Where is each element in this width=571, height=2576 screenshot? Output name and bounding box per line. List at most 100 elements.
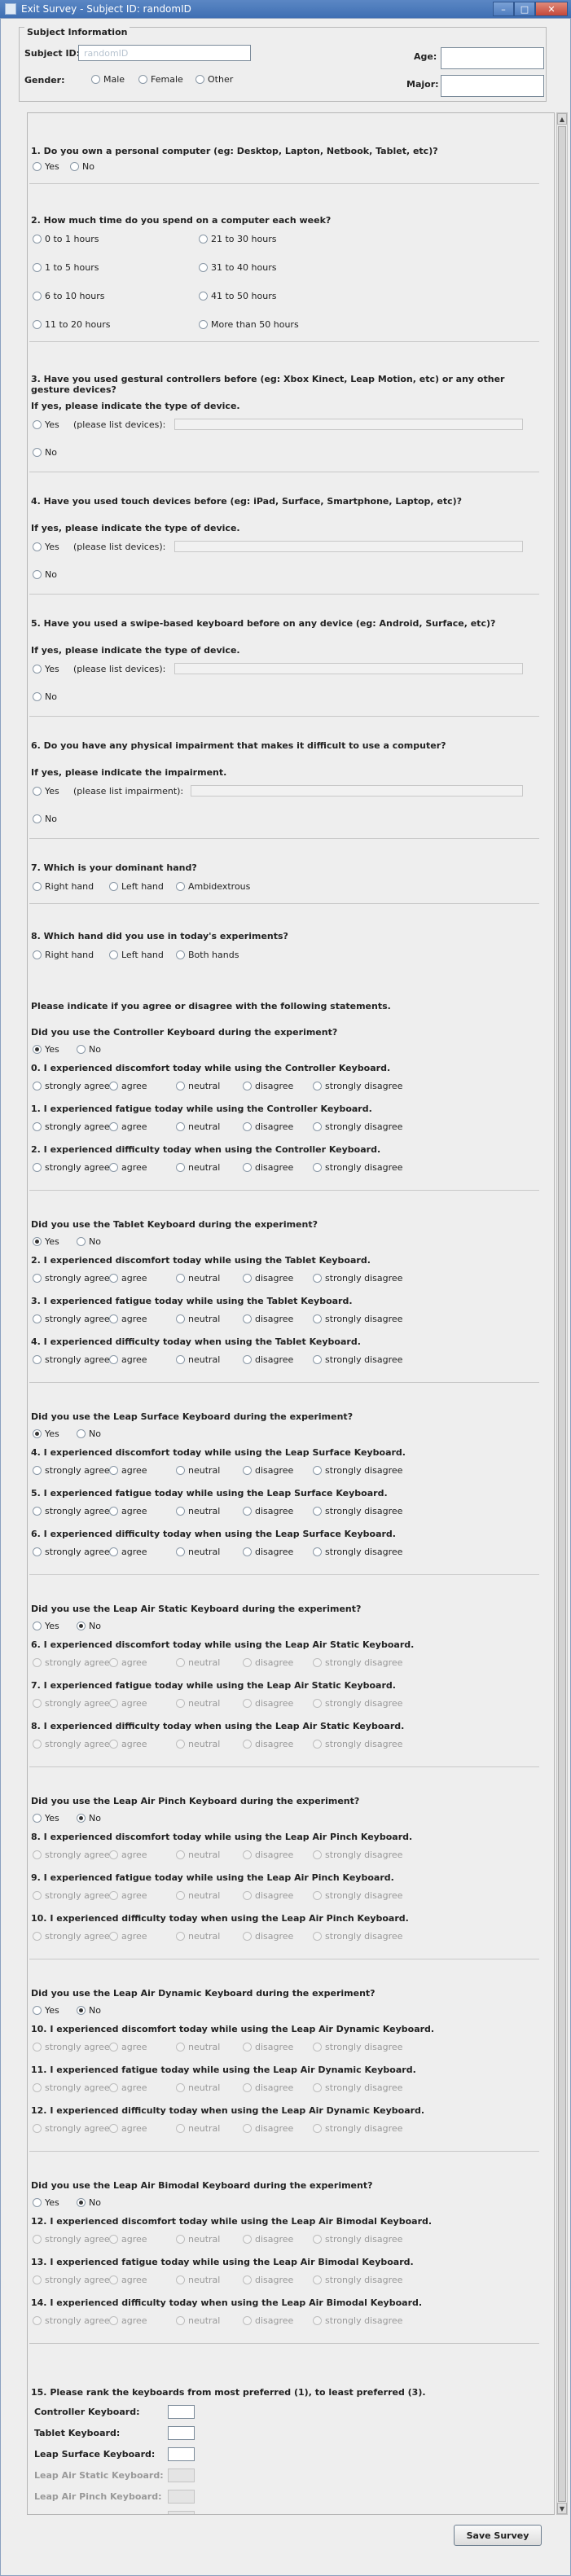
keyboard-0-item-2-scale-0[interactable]: strongly agree xyxy=(33,1162,110,1173)
q3-yes-radio[interactable]: Yes xyxy=(33,419,59,430)
minimize-icon[interactable]: – xyxy=(493,2,514,16)
keyboard-2-item-1-scale-1[interactable]: agree xyxy=(109,1506,147,1516)
gender-male-radio[interactable]: Male xyxy=(91,74,125,85)
keyboard-1-no-radio[interactable]: No xyxy=(77,1236,101,1247)
keyboard-0-item-1-scale-1[interactable]: agree xyxy=(109,1121,147,1132)
keyboard-2-item-2-scale-2[interactable]: neutral xyxy=(176,1547,220,1557)
keyboard-0-yes-radio[interactable]: Yes xyxy=(33,1044,59,1055)
keyboard-0-item-0-scale-2[interactable]: neutral xyxy=(176,1081,220,1091)
keyboard-0-item-0-scale-3[interactable]: disagree xyxy=(243,1081,293,1091)
keyboard-2-item-2-scale-0[interactable]: strongly agree xyxy=(33,1547,110,1557)
gender-female-radio[interactable]: Female xyxy=(138,74,183,85)
q2-option-5[interactable]: 31 to 40 hours xyxy=(199,262,276,273)
keyboard-2-item-2-scale-3[interactable]: disagree xyxy=(243,1547,293,1557)
keyboard-1-item-1-scale-1[interactable]: agree xyxy=(109,1314,147,1324)
q7-left-radio[interactable]: Left hand xyxy=(109,881,164,892)
keyboard-1-item-0-scale-1[interactable]: agree xyxy=(109,1273,147,1284)
keyboard-1-item-1-scale-4[interactable]: strongly disagree xyxy=(313,1314,402,1324)
keyboard-6-no-radio[interactable]: No xyxy=(77,2197,101,2208)
q8-left-radio[interactable]: Left hand xyxy=(109,950,164,960)
q4-yes-radio[interactable]: Yes xyxy=(33,542,59,552)
keyboard-0-item-2-scale-1[interactable]: agree xyxy=(109,1162,147,1173)
subject-id-field[interactable]: randomID xyxy=(78,45,251,61)
q1-no-radio[interactable]: No xyxy=(70,161,94,172)
keyboard-0-item-0-scale-0[interactable]: strongly agree xyxy=(33,1081,110,1091)
q6-device-input[interactable] xyxy=(191,785,523,796)
keyboard-5-yes-radio[interactable]: Yes xyxy=(33,2005,59,2016)
q4-device-input[interactable] xyxy=(174,541,523,552)
q2-option-4[interactable]: 21 to 30 hours xyxy=(199,234,276,244)
keyboard-2-item-1-scale-0[interactable]: strongly agree xyxy=(33,1506,110,1516)
keyboard-2-item-1-scale-4[interactable]: strongly disagree xyxy=(313,1506,402,1516)
q5-device-input[interactable] xyxy=(174,663,523,674)
major-field[interactable] xyxy=(441,75,544,97)
keyboard-1-item-1-scale-0[interactable]: strongly agree xyxy=(33,1314,110,1324)
keyboard-0-item-1-scale-0[interactable]: strongly agree xyxy=(33,1121,110,1132)
keyboard-2-item-0-scale-0[interactable]: strongly agree xyxy=(33,1465,110,1476)
q8-both-radio[interactable]: Both hands xyxy=(176,950,239,960)
keyboard-1-yes-radio[interactable]: Yes xyxy=(33,1236,59,1247)
keyboard-6-yes-radio[interactable]: Yes xyxy=(33,2197,59,2208)
q7-ambidextrous-radio[interactable]: Ambidextrous xyxy=(176,881,250,892)
keyboard-3-yes-radio[interactable]: Yes xyxy=(33,1621,59,1631)
q6-yes-radio[interactable]: Yes xyxy=(33,786,59,796)
q2-option-0[interactable]: 0 to 1 hours xyxy=(33,234,99,244)
q3-no-radio[interactable]: No xyxy=(33,447,57,458)
keyboard-4-yes-radio[interactable]: Yes xyxy=(33,1813,59,1823)
q4-no-radio[interactable]: No xyxy=(33,569,57,580)
q2-option-3[interactable]: 11 to 20 hours xyxy=(33,319,110,330)
close-icon[interactable]: ✕ xyxy=(535,2,568,16)
keyboard-2-no-radio[interactable]: No xyxy=(77,1428,101,1439)
q2-option-1[interactable]: 1 to 5 hours xyxy=(33,262,99,273)
scrollbar-thumb[interactable] xyxy=(558,126,566,2502)
keyboard-1-item-2-scale-1[interactable]: agree xyxy=(109,1354,147,1365)
keyboard-0-item-0-scale-1[interactable]: agree xyxy=(109,1081,147,1091)
keyboard-1-item-1-scale-3[interactable]: disagree xyxy=(243,1314,293,1324)
maximize-icon[interactable]: □ xyxy=(514,2,535,16)
q5-no-radio[interactable]: No xyxy=(33,691,57,702)
keyboard-1-item-2-scale-3[interactable]: disagree xyxy=(243,1354,293,1365)
keyboard-0-item-1-scale-3[interactable]: disagree xyxy=(243,1121,293,1132)
keyboard-2-yes-radio[interactable]: Yes xyxy=(33,1428,59,1439)
keyboard-2-item-1-scale-2[interactable]: neutral xyxy=(176,1506,220,1516)
keyboard-1-item-1-scale-2[interactable]: neutral xyxy=(176,1314,220,1324)
rank-input-0[interactable] xyxy=(168,2405,195,2419)
survey-scroll-pane[interactable]: 1. Do you own a personal computer (eg: D… xyxy=(27,112,555,2515)
keyboard-5-no-radio[interactable]: No xyxy=(77,2005,101,2016)
keyboard-0-item-2-scale-4[interactable]: strongly disagree xyxy=(313,1162,402,1173)
age-field[interactable] xyxy=(441,47,544,69)
q2-option-7[interactable]: More than 50 hours xyxy=(199,319,299,330)
keyboard-0-item-2-scale-2[interactable]: neutral xyxy=(176,1162,220,1173)
keyboard-2-item-2-scale-4[interactable]: strongly disagree xyxy=(313,1547,402,1557)
q1-yes-radio[interactable]: Yes xyxy=(33,161,59,172)
keyboard-2-item-1-scale-3[interactable]: disagree xyxy=(243,1506,293,1516)
scroll-up-icon[interactable]: ▲ xyxy=(557,113,567,125)
gender-other-radio[interactable]: Other xyxy=(195,74,233,85)
keyboard-2-item-0-scale-2[interactable]: neutral xyxy=(176,1465,220,1476)
keyboard-2-item-0-scale-1[interactable]: agree xyxy=(109,1465,147,1476)
keyboard-2-item-2-scale-1[interactable]: agree xyxy=(109,1547,147,1557)
keyboard-3-no-radio[interactable]: No xyxy=(77,1621,101,1631)
q3-device-input[interactable] xyxy=(174,419,523,430)
keyboard-0-item-0-scale-4[interactable]: strongly disagree xyxy=(313,1081,402,1091)
q8-right-radio[interactable]: Right hand xyxy=(33,950,94,960)
keyboard-1-item-0-scale-3[interactable]: disagree xyxy=(243,1273,293,1284)
vertical-scrollbar[interactable]: ▲ ▼ xyxy=(556,112,568,2515)
keyboard-0-item-1-scale-2[interactable]: neutral xyxy=(176,1121,220,1132)
keyboard-1-item-0-scale-2[interactable]: neutral xyxy=(176,1273,220,1284)
keyboard-1-item-0-scale-4[interactable]: strongly disagree xyxy=(313,1273,402,1284)
save-survey-button[interactable]: Save Survey xyxy=(454,2525,542,2546)
q2-option-6[interactable]: 41 to 50 hours xyxy=(199,291,276,301)
q6-no-radio[interactable]: No xyxy=(33,814,57,824)
keyboard-0-item-1-scale-4[interactable]: strongly disagree xyxy=(313,1121,402,1132)
scroll-down-icon[interactable]: ▼ xyxy=(557,2503,567,2514)
q2-option-2[interactable]: 6 to 10 hours xyxy=(33,291,104,301)
keyboard-1-item-0-scale-0[interactable]: strongly agree xyxy=(33,1273,110,1284)
q7-right-radio[interactable]: Right hand xyxy=(33,881,94,892)
rank-input-2[interactable] xyxy=(168,2447,195,2461)
keyboard-1-item-2-scale-0[interactable]: strongly agree xyxy=(33,1354,110,1365)
rank-input-1[interactable] xyxy=(168,2426,195,2440)
q5-yes-radio[interactable]: Yes xyxy=(33,664,59,674)
keyboard-1-item-2-scale-4[interactable]: strongly disagree xyxy=(313,1354,402,1365)
keyboard-2-item-0-scale-4[interactable]: strongly disagree xyxy=(313,1465,402,1476)
